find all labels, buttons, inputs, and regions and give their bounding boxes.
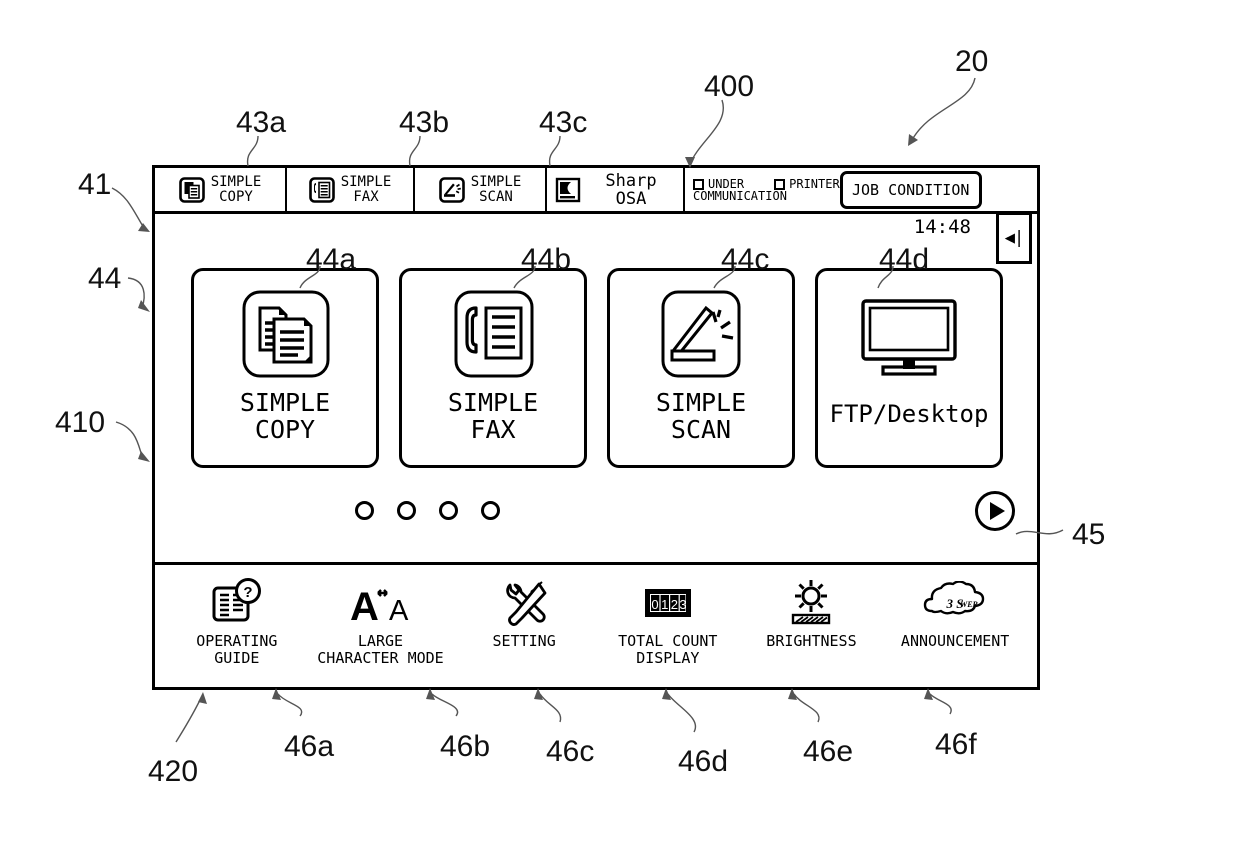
ref-46a: 46a bbox=[284, 730, 335, 763]
function-brightness[interactable]: BRIGHTNESS bbox=[741, 575, 881, 650]
ftp-desktop-icon bbox=[853, 281, 965, 389]
ref-44b: 44b bbox=[521, 243, 572, 276]
svg-text:0: 0 bbox=[651, 597, 658, 612]
svg-text:A: A bbox=[389, 595, 409, 626]
ref-44c: 44c bbox=[721, 243, 770, 276]
job-condition-button[interactable]: JOB CONDITION bbox=[839, 170, 982, 209]
page-dot[interactable] bbox=[355, 501, 374, 520]
function-announcement-label: ANNOUNCEMENT bbox=[900, 632, 1010, 650]
under-communication-label-line2: COMMUNICATION bbox=[693, 188, 787, 203]
total-count-display-icon: 0 1 2 3 bbox=[643, 575, 693, 631]
page-dot[interactable] bbox=[439, 501, 458, 520]
tab-sharp-osa-label: Sharp OSA bbox=[605, 170, 657, 209]
ref-43c: 43c bbox=[539, 106, 588, 139]
printer-indicator-icon bbox=[774, 178, 786, 190]
left-arrow-icon: ◀| bbox=[1004, 227, 1025, 248]
ref-44a: 44a bbox=[306, 243, 357, 276]
brightness-icon bbox=[783, 575, 839, 631]
function-operating-guide[interactable]: ? OPERATING GUIDE bbox=[167, 575, 307, 667]
ref-43a: 43a bbox=[236, 106, 287, 139]
function-announcement[interactable]: 3 S WEB ANNOUNCEMENT bbox=[885, 575, 1025, 650]
simple-fax-large-icon bbox=[442, 281, 544, 389]
tile-simple-copy[interactable]: SIMPLE COPY bbox=[191, 268, 379, 468]
tab-simple-fax-label: SIMPLE FAX bbox=[340, 173, 392, 205]
function-total-count-display-label: TOTAL COUNT DISPLAY bbox=[618, 632, 718, 667]
function-large-character-mode[interactable]: A A LARGE CHARACTER MODE bbox=[310, 575, 450, 667]
page-indicator bbox=[355, 501, 500, 520]
tile-simple-scan-label: SIMPLE SCAN bbox=[655, 388, 747, 444]
ref-46e: 46e bbox=[803, 735, 854, 768]
ref-46c: 46c bbox=[546, 735, 595, 768]
tab-simple-scan-label: SIMPLE SCAN bbox=[470, 173, 522, 205]
sharp-osa-icon bbox=[555, 177, 581, 203]
next-page-button[interactable] bbox=[975, 491, 1015, 531]
page-dot[interactable] bbox=[397, 501, 416, 520]
home-tile-row: SIMPLE COPY SIMPLE FAX SIMPLE SCAN FTP/D… bbox=[191, 268, 1003, 468]
simple-copy-icon bbox=[178, 176, 205, 203]
svg-text:2: 2 bbox=[671, 597, 678, 612]
svg-text:?: ? bbox=[243, 584, 252, 601]
announcement-icon: 3 S WEB bbox=[922, 575, 988, 631]
simple-fax-icon bbox=[308, 176, 335, 203]
page-dot[interactable] bbox=[481, 501, 500, 520]
tile-simple-fax-label: SIMPLE FAX bbox=[447, 388, 539, 444]
function-brightness-label: BRIGHTNESS bbox=[766, 632, 857, 650]
tile-simple-copy-label: SIMPLE COPY bbox=[239, 388, 331, 444]
status-indicator-area: UNDER PRINTER COMMUNICATION JOB CONDITIO… bbox=[685, 168, 1037, 211]
ref-410: 410 bbox=[55, 406, 106, 439]
simple-scan-large-icon bbox=[650, 281, 752, 389]
operating-guide-icon: ? bbox=[210, 575, 264, 631]
tab-sharp-osa[interactable]: Sharp OSA bbox=[547, 168, 685, 211]
simple-copy-large-icon bbox=[234, 281, 336, 389]
large-character-mode-icon: A A bbox=[347, 575, 413, 631]
tile-simple-scan[interactable]: SIMPLE SCAN bbox=[607, 268, 795, 468]
svg-text:3: 3 bbox=[679, 597, 686, 612]
tab-simple-copy[interactable]: SIMPLE COPY bbox=[155, 168, 287, 211]
ref-46b: 46b bbox=[440, 730, 491, 763]
ref-420: 420 bbox=[148, 755, 199, 788]
tab-simple-copy-label: SIMPLE COPY bbox=[210, 173, 262, 205]
svg-text:A: A bbox=[350, 585, 379, 626]
ref-400: 400 bbox=[704, 70, 755, 103]
svg-text:WEB: WEB bbox=[960, 600, 978, 609]
tile-ftp-desktop-label: FTP/Desktop bbox=[829, 400, 989, 428]
ref-43b: 43b bbox=[399, 106, 450, 139]
svg-text:1: 1 bbox=[661, 597, 668, 612]
tile-simple-fax[interactable]: SIMPLE FAX bbox=[399, 268, 587, 468]
ref-44: 44 bbox=[88, 262, 122, 295]
function-operating-guide-label: OPERATING GUIDE bbox=[196, 632, 278, 667]
ref-46d: 46d bbox=[678, 745, 729, 778]
function-bar: ? OPERATING GUIDE A A LARGE CHARACTER MODE bbox=[155, 562, 1037, 687]
ref-41: 41 bbox=[78, 168, 112, 201]
tab-simple-fax[interactable]: SIMPLE FAX bbox=[287, 168, 415, 211]
ref-45: 45 bbox=[1072, 518, 1106, 551]
home-screen-area: SIMPLE COPY SIMPLE FAX SIMPLE SCAN FTP/D… bbox=[155, 248, 1037, 563]
simple-scan-icon bbox=[438, 176, 465, 203]
function-setting-label: SETTING bbox=[492, 632, 556, 650]
ref-20: 20 bbox=[955, 45, 989, 78]
function-large-character-mode-label: LARGE CHARACTER MODE bbox=[317, 632, 444, 667]
tab-simple-scan[interactable]: SIMPLE SCAN bbox=[415, 168, 547, 211]
function-setting[interactable]: SETTING bbox=[454, 575, 594, 650]
printer-label: PRINTER bbox=[789, 176, 840, 191]
clock-time: 14:48 bbox=[913, 216, 971, 238]
setting-icon bbox=[498, 575, 550, 631]
under-communication-indicator-icon bbox=[693, 178, 704, 190]
ref-44d: 44d bbox=[879, 243, 930, 276]
play-triangle-icon bbox=[989, 502, 1005, 520]
ref-46f: 46f bbox=[935, 728, 977, 761]
under-communication-label-line1: UNDER bbox=[708, 176, 745, 191]
function-total-count-display[interactable]: 0 1 2 3 TOTAL COUNT DISPLAY bbox=[598, 575, 738, 667]
tile-ftp-desktop[interactable]: FTP/Desktop bbox=[815, 268, 1003, 468]
top-tab-bar: SIMPLE COPY SIMPLE FAX SIMPLE SCAN Sharp… bbox=[155, 168, 1037, 214]
